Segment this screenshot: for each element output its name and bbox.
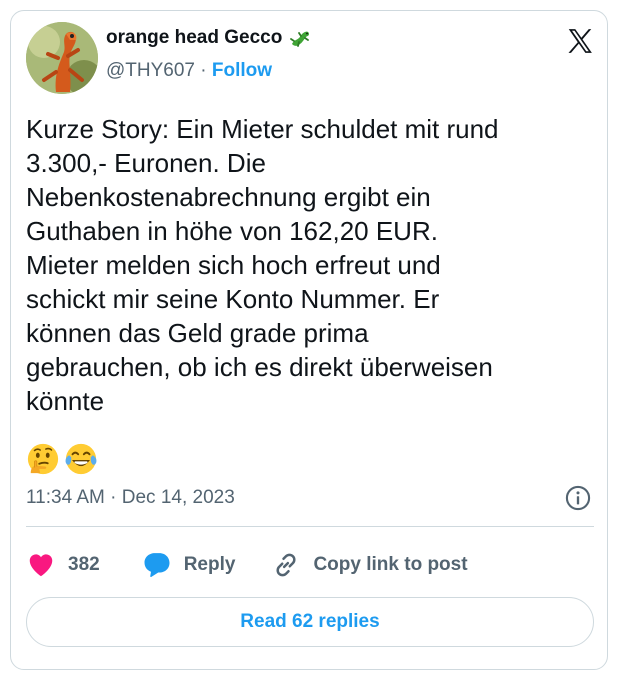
link-icon	[276, 553, 296, 577]
thinking-face-emoji-icon	[27, 443, 59, 475]
read-replies-label: Read 62 replies	[240, 611, 380, 632]
avatar-image	[26, 22, 98, 94]
action-bar: 382 Reply Copy link to post	[26, 548, 468, 582]
author-name[interactable]: orange head Gecco	[106, 27, 282, 49]
handle-separator: ·	[200, 60, 207, 81]
like-count: 382	[68, 554, 100, 575]
read-replies-button[interactable]: Read 62 replies	[26, 597, 594, 647]
reply-button[interactable]: Reply	[142, 550, 236, 580]
copy-link-label: Copy link to post	[313, 554, 468, 575]
reply-label: Reply	[183, 554, 236, 575]
author-handle[interactable]: @THY607	[106, 60, 195, 81]
x-logo-icon[interactable]	[564, 26, 596, 56]
avatar[interactable]	[26, 22, 98, 94]
reply-bubble-icon	[144, 553, 170, 578]
copy-link-button[interactable]: Copy link to post	[271, 550, 468, 580]
info-icon[interactable]	[564, 484, 592, 512]
lizard-emoji-icon	[290, 31, 310, 47]
follow-button[interactable]: Follow	[212, 60, 272, 81]
tweet-emojis	[26, 442, 98, 476]
face-with-tears-of-joy-emoji-icon	[65, 443, 97, 475]
tweet-timestamp[interactable]: 11:34 AM · Dec 14, 2023	[26, 487, 235, 509]
like-button[interactable]: 382	[26, 550, 100, 580]
tweet-text: Kurze Story: Ein Mieter schuldet mit run…	[26, 114, 499, 416]
author-name-line: orange head Gecco	[106, 26, 312, 50]
author-handle-line: @THY607 · Follow	[106, 60, 272, 82]
divider	[26, 526, 594, 527]
heart-icon	[29, 554, 53, 577]
